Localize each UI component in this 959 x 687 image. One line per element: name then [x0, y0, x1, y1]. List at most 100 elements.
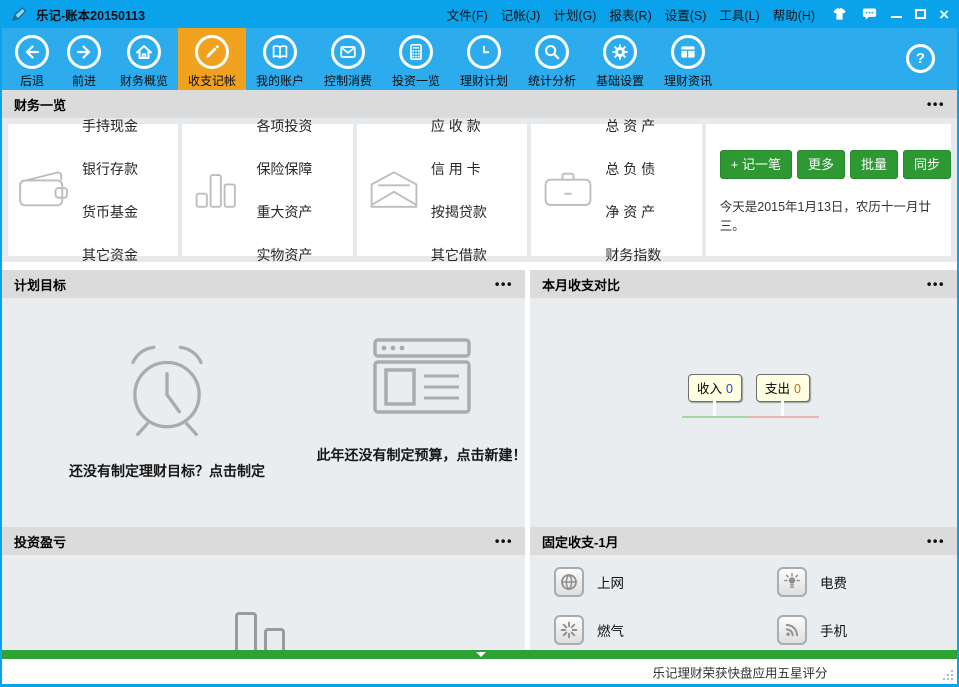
panel-menu-dots[interactable]: •••	[495, 535, 513, 548]
more-button[interactable]: 更多	[797, 150, 845, 179]
feedback-bubble-icon[interactable]	[861, 7, 878, 21]
toolbar-item-my-accounts[interactable]: 我的账户	[246, 28, 314, 90]
menu-plan[interactable]: 计划(G)	[553, 5, 596, 24]
panel-title: 计划目标	[14, 275, 66, 294]
maximize-button[interactable]	[915, 9, 926, 19]
menubar: 文件(F) 记帐(J) 计划(G) 报表(R) 设置(S) 工具(L) 帮助(H…	[447, 5, 815, 24]
toolbar-item-record-income-expense[interactable]: 收支记帐	[178, 28, 246, 90]
finance-cards: 手持现金 银行存款 货币基金 其它资金	[2, 118, 957, 262]
plan-goals-body: 还没有制定理财目标？点击制定 此年还没有制定预算，点击新建！	[2, 298, 525, 527]
titlebar-controls: ×	[831, 6, 949, 23]
home-icon	[127, 35, 161, 69]
app-window: 乐记-账本20150113 文件(F) 记帐(J) 计划(G) 报表(R) 设置…	[0, 0, 959, 687]
collapse-splitter-bar[interactable]	[2, 650, 957, 659]
panel-header: 本月收支对比 •••	[530, 270, 957, 298]
panel-title: 财务一览	[14, 95, 66, 114]
wallet-icon	[8, 167, 82, 213]
expense-stem	[781, 397, 784, 416]
card-cash-accounts[interactable]: 手持现金 银行存款 货币基金 其它资金	[8, 124, 178, 256]
panel-plan-goals: 计划目标 ••• 还没有制定理财目标？点击制定	[2, 270, 525, 527]
link-investments[interactable]: 各项投资	[256, 118, 312, 136]
month-compare-chart: 收入0 支出0	[530, 298, 957, 527]
link-credit-card[interactable]: 信 用 卡	[431, 159, 487, 179]
link-physical-assets[interactable]: 实物资产	[256, 245, 312, 263]
content-area: 财务一览 ••• 手持现金 银行存款 货币基金	[2, 90, 957, 659]
fixed-item-mobile[interactable]: 手机	[777, 615, 847, 645]
panel-menu-dots[interactable]: •••	[495, 278, 513, 291]
toolbar-item-back[interactable]: 后退	[6, 28, 58, 90]
skin-shirt-icon[interactable]	[831, 7, 848, 21]
chart-bar	[264, 628, 285, 650]
create-budget-area[interactable]: 此年还没有制定预算，点击新建！	[304, 336, 525, 465]
panel-fixed-income-expense: 固定收支-1月 ••• 上网	[530, 527, 957, 650]
toolbar-item-statistics[interactable]: 统计分析	[518, 28, 586, 90]
create-goal-area[interactable]: 还没有制定理财目标？点击制定	[52, 336, 282, 481]
menu-record[interactable]: 记帐(J)	[501, 5, 541, 24]
panel-menu-dots[interactable]: •••	[927, 535, 945, 548]
calculator-icon	[399, 35, 433, 69]
batch-button[interactable]: 批量	[850, 150, 898, 179]
create-goal-text[interactable]: 还没有制定理财目标？点击制定	[52, 461, 282, 481]
toolbar-item-spending-control[interactable]: 控制消费	[314, 28, 382, 90]
income-stem	[713, 397, 716, 416]
lightbulb-icon	[777, 567, 807, 597]
fixed-item-gas[interactable]: 燃气	[554, 615, 624, 645]
menu-settings[interactable]: 设置(S)	[665, 5, 707, 24]
link-major-assets[interactable]: 重大资产	[256, 202, 312, 222]
link-other-loans[interactable]: 其它借款	[431, 245, 487, 263]
panel-header: 投资盈亏 •••	[2, 527, 525, 555]
clock-icon	[467, 35, 501, 69]
fixed-item-label: 手机	[820, 620, 847, 640]
create-budget-text[interactable]: 此年还没有制定预算，点击新建！	[304, 445, 525, 465]
fixed-item-internet[interactable]: 上网	[554, 567, 624, 597]
menu-file[interactable]: 文件(F)	[447, 5, 488, 24]
alarm-clock-icon	[115, 336, 219, 440]
fixed-item-electricity[interactable]: 电费	[777, 567, 847, 597]
toolbar-item-base-settings[interactable]: 基础设置	[586, 28, 654, 90]
link-mortgage[interactable]: 按揭贷款	[431, 202, 487, 222]
menu-tools[interactable]: 工具(L)	[719, 5, 759, 24]
envelope-icon	[331, 35, 365, 69]
today-date-text: 今天是2015年1月13日，农历十一月廿三。	[720, 196, 951, 234]
link-receivables[interactable]: 应 收 款	[431, 118, 487, 136]
toolbar-item-investments[interactable]: 投资一览	[382, 28, 450, 90]
chart-bar	[235, 612, 257, 650]
record-entry-button[interactable]: + 记一笔	[720, 150, 792, 179]
menu-help[interactable]: 帮助(H)	[773, 5, 815, 24]
fixed-item-label: 电费	[820, 572, 847, 592]
panel-menu-dots[interactable]: •••	[927, 278, 945, 291]
expense-value: 0	[794, 382, 801, 396]
link-net-assets[interactable]: 净 资 产	[605, 202, 661, 222]
link-total-debts[interactable]: 总 负 债	[605, 159, 661, 179]
help-button[interactable]: ?	[906, 44, 935, 73]
budget-form-icon	[372, 336, 472, 416]
close-button[interactable]: ×	[939, 6, 949, 23]
window-title: 乐记-账本20150113	[36, 5, 145, 24]
menu-report[interactable]: 报表(R)	[609, 5, 651, 24]
card-quick-actions: + 记一笔 更多 批量 同步 今天是2015年1月13日，农历十一月廿三。	[706, 124, 951, 256]
toolbar-item-finance-overview[interactable]: 财务概览	[110, 28, 178, 90]
minimize-button[interactable]	[891, 16, 902, 18]
link-finance-index[interactable]: 财务指数	[605, 245, 661, 263]
link-other-funds[interactable]: 其它资金	[82, 245, 138, 263]
sync-button[interactable]: 同步	[903, 150, 951, 179]
link-cash[interactable]: 手持现金	[82, 118, 138, 136]
panel-menu-dots[interactable]: •••	[927, 98, 945, 111]
resize-grip[interactable]	[941, 668, 954, 681]
toolbar-item-financial-news[interactable]: 理财资讯	[654, 28, 722, 90]
book-icon	[263, 35, 297, 69]
panel-header: 固定收支-1月 •••	[530, 527, 957, 555]
panel-investment-pl: 投资盈亏 •••	[2, 527, 525, 650]
card-totals[interactable]: 总 资 产 总 负 债 净 资 产 财务指数	[531, 124, 701, 256]
expense-baseline	[750, 416, 819, 418]
link-money-fund[interactable]: 货币基金	[82, 202, 138, 222]
link-insurance[interactable]: 保险保障	[256, 159, 312, 179]
link-total-assets[interactable]: 总 资 产	[605, 118, 661, 136]
link-bank-deposit[interactable]: 银行存款	[82, 159, 138, 179]
toolbar-item-financial-plan[interactable]: 理财计划	[450, 28, 518, 90]
gear-icon	[603, 35, 637, 69]
toolbar-item-forward[interactable]: 前进	[58, 28, 110, 90]
titlebar: 乐记-账本20150113 文件(F) 记帐(J) 计划(G) 报表(R) 设置…	[0, 0, 959, 28]
card-investments[interactable]: 各项投资 保险保障 重大资产 实物资产	[182, 124, 352, 256]
card-liabilities[interactable]: 应 收 款 信 用 卡 按揭贷款 其它借款	[357, 124, 527, 256]
